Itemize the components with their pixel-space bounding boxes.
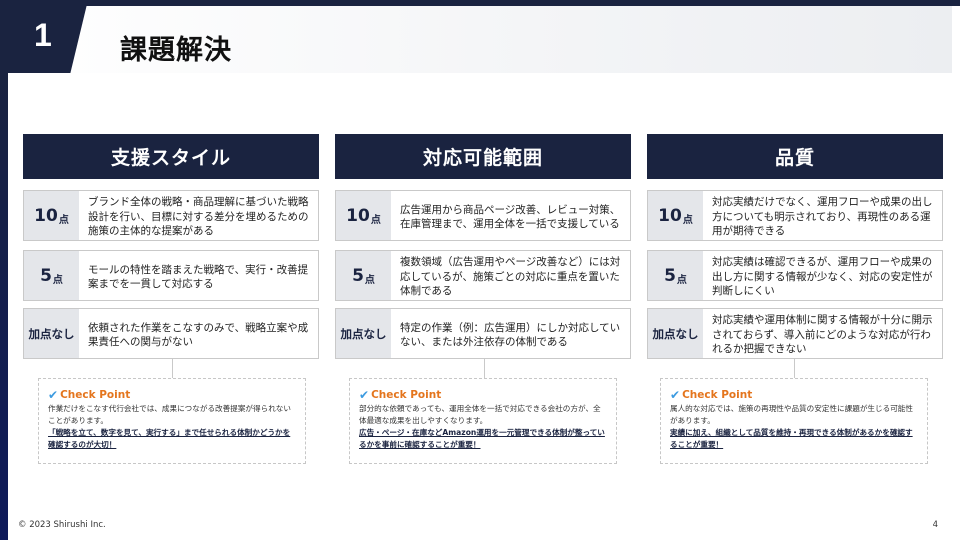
score-cell: 10 点 xyxy=(648,191,703,240)
column-coverage: 対応可能範囲 xyxy=(335,134,631,179)
checkpoint-box: ✔ Check Point 作業だけをこなす代行会社では、成果につながる改善提案が… xyxy=(38,378,306,464)
score-row-10: 10 点 ブランド全体の戦略・商品理解に基づいた戦略設計を行い、目標に対する差分を… xyxy=(23,190,319,241)
score-description: ブランド全体の戦略・商品理解に基づいた戦略設計を行い、目標に対する差分を埋めるた… xyxy=(88,196,309,238)
score-row-none: 加点なし 対応実績や運用体制に関する情報が十分に開示されておらず、導入前にどのよ… xyxy=(647,308,943,359)
left-edge-accent xyxy=(0,70,8,540)
column-header: 対応可能範囲 xyxy=(335,134,631,179)
column-header: 品質 xyxy=(647,134,943,179)
score-cell: 加点なし xyxy=(336,309,391,358)
score-cell: 5点 xyxy=(648,251,703,300)
column-quality: 品質 xyxy=(647,134,943,179)
score-description: 対応実績だけでなく、運用フローや成果の出し方についても明示されており、再現性のあ… xyxy=(712,196,933,238)
connector-line xyxy=(484,359,485,379)
checkpoint-box: ✔ Check Point 属人的な対応では、施策の再現性や品質の安定性に課題が生… xyxy=(660,378,928,464)
score-description: 依頼された作業をこなすのみで、戦略立案や成果責任への関与がない xyxy=(88,321,309,349)
score-row-none: 加点なし 依頼された作業をこなすのみで、戦略立案や成果責任への関与がない xyxy=(23,308,319,359)
score-cell: 加点なし xyxy=(648,309,703,358)
checkpoint-highlight: 実績に加え、組織として品質を維持・再現できる体制があるかを確認することが重要！ xyxy=(670,428,913,449)
score-row-5: 5点 モールの特性を踏まえた戦略で、実行・改善提案までを一貫して対応する xyxy=(23,250,319,301)
score-row-none: 加点なし 特定の作業（例：広告運用）にしか対応していない、または外注依存の体制で… xyxy=(335,308,631,359)
section-number: 1 xyxy=(34,17,52,53)
checkpoint-title: Check Point xyxy=(60,389,131,401)
score-cell: 10 点 xyxy=(336,191,391,240)
score-row-5: 5点 対応実績は確認できるが、運用フローや成果の出し方に関する情報が少なく、対応… xyxy=(647,250,943,301)
column-header: 支援スタイル xyxy=(23,134,319,179)
score-description: モールの特性を踏まえた戦略で、実行・改善提案までを一貫して対応する xyxy=(88,263,309,291)
connector-line xyxy=(172,359,173,379)
checkpoint-text: 属人的な対応では、施策の再現性や品質の安定性に課題が生じる可能性があります。 xyxy=(670,404,913,425)
checkpoint-text: 部分的な依頼であっても、運用全体を一括で対応できる会社の方が、全体最適な成果を出… xyxy=(359,404,601,425)
score-description: 複数領域（広告運用やページ改善など）には対応しているが、施策ごとの対応に重点を置… xyxy=(400,256,621,298)
score-description: 対応実績は確認できるが、運用フローや成果の出し方に関する情報が少なく、対応の安定… xyxy=(712,256,933,298)
score-description: 対応実績や運用体制に関する情報が十分に開示されておらず、導入前にどのような対応が… xyxy=(712,314,933,356)
checkpoint-box: ✔ Check Point 部分的な依頼であっても、運用全体を一括で対応できる会社… xyxy=(349,378,617,464)
score-row-10: 10 点 対応実績だけでなく、運用フローや成果の出し方についても明示されており、再… xyxy=(647,190,943,241)
score-row-10: 10 点 広告運用から商品ページ改善、レビュー対策、在庫管理まで、運用全体を一括で… xyxy=(335,190,631,241)
connector-line xyxy=(794,359,795,379)
score-cell: 10 点 xyxy=(24,191,79,240)
checkpoint-highlight: 「戦略を立て、数字を見て、実行する」まで任せられる体制かどうかを確認するのが大切… xyxy=(48,428,291,449)
score-description: 広告運用から商品ページ改善、レビュー対策、在庫管理まで、運用全体を一括で支援して… xyxy=(400,203,621,231)
score-cell: 5点 xyxy=(336,251,391,300)
page-title: 課題解決 xyxy=(120,35,232,66)
check-icon: ✔ xyxy=(48,388,59,402)
check-icon: ✔ xyxy=(359,388,370,402)
checkpoint-text: 作業だけをこなす代行会社では、成果につながる改善提案が得られないことがあります。 xyxy=(48,404,291,425)
checkpoint-title: Check Point xyxy=(371,389,442,401)
checkpoint-title: Check Point xyxy=(682,389,753,401)
score-cell: 加点なし xyxy=(24,309,79,358)
column-support-style: 支援スタイル xyxy=(23,134,319,179)
page-number: 4 xyxy=(932,520,938,530)
check-icon: ✔ xyxy=(670,388,681,402)
score-row-5: 5点 複数領域（広告運用やページ改善など）には対応しているが、施策ごとの対応に重… xyxy=(335,250,631,301)
checkpoint-highlight: 広告・ページ・在庫などAmazon運用を一元管理できる体制が整っているかを事前に… xyxy=(359,428,605,449)
copyright: © 2023 Shirushi Inc. xyxy=(18,520,106,530)
score-cell: 5点 xyxy=(24,251,79,300)
score-description: 特定の作業（例：広告運用）にしか対応していない、または外注依存の体制である xyxy=(400,321,621,349)
